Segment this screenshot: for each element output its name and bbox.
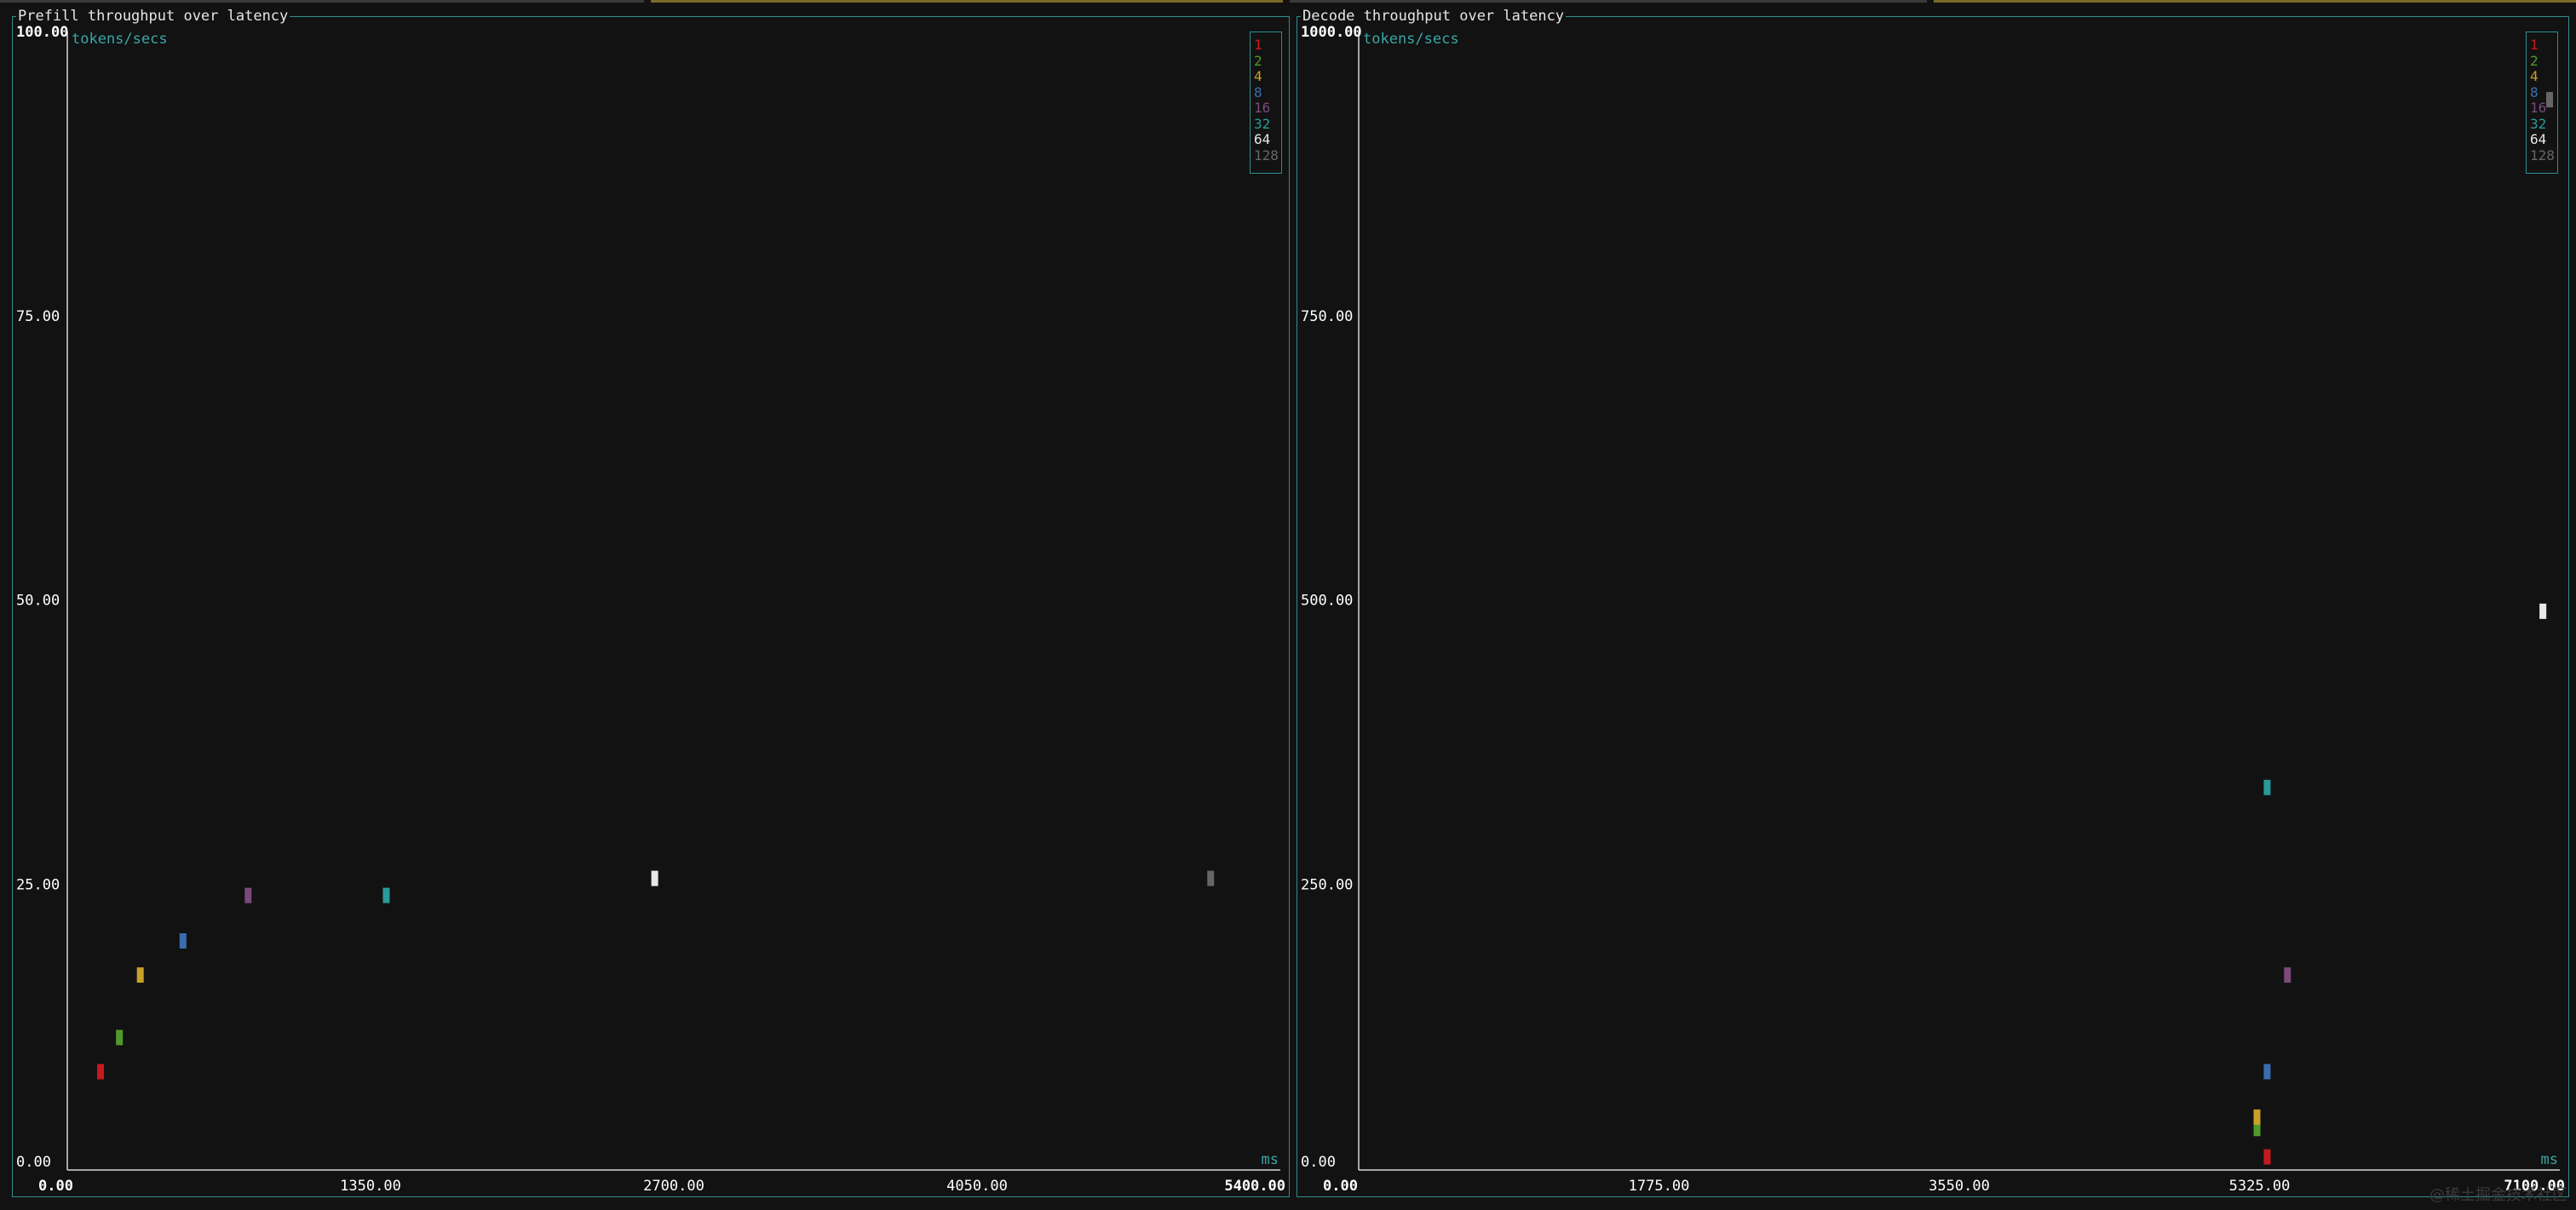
legend-item-16: 16 — [2530, 100, 2547, 116]
data-point-series-1 — [97, 1064, 105, 1080]
legend-item-128: 128 — [1254, 146, 1279, 163]
x-tick-label: 0.00 — [1323, 1178, 1358, 1195]
data-point-series-64 — [651, 870, 658, 886]
y-tick-label: 75.00 — [16, 308, 60, 325]
data-point-series-8 — [2263, 1064, 2271, 1080]
legend-item-8: 8 — [2530, 83, 2539, 100]
data-point-series-2 — [116, 1029, 124, 1046]
legend-item-8: 8 — [1254, 83, 1262, 100]
prefill-chart-plot: tokens/secs ms 0.00 25.00 50.00 75.00 100.00 0.… — [16, 24, 1285, 1195]
top-strip-left-accent — [651, 0, 1283, 3]
x-tick-label: 2700.00 — [643, 1178, 704, 1195]
data-point-series-128 — [1207, 870, 1215, 886]
chart-legend: 1 2 4 8 16 32 64 128 — [1250, 32, 1282, 174]
data-point-series-64 — [2539, 603, 2547, 619]
legend-item-16: 16 — [1254, 100, 1271, 116]
watermark: @稀土掘金技术社区 — [2429, 1186, 2567, 1204]
decode-chart-plot: tokens/secs ms 0.00 250.00 500.00 750.00 1000.… — [1301, 24, 2565, 1195]
data-point-series-1 — [2263, 1149, 2271, 1165]
x-axis-label: ms — [1262, 1151, 1279, 1168]
data-point-series-8 — [179, 933, 187, 949]
legend-item-32: 32 — [1254, 115, 1271, 132]
y-tick-label: 250.00 — [1301, 876, 1353, 893]
x-tick-label: 3550.00 — [1929, 1178, 1990, 1195]
data-point-series-32 — [382, 887, 390, 903]
y-tick-label: 0.00 — [16, 1154, 51, 1171]
legend-item-64: 64 — [2530, 131, 2547, 147]
x-tick-label: 5400.00 — [1224, 1178, 1285, 1195]
y-tick-label: 1000.00 — [1301, 24, 1362, 41]
top-strip-right-accent — [1934, 0, 2576, 3]
top-strip-right — [1290, 0, 1927, 3]
y-tick-label: 100.00 — [16, 24, 68, 41]
y-axis-label: tokens/secs — [1363, 31, 1459, 48]
x-tick-label: 1775.00 — [1629, 1178, 1690, 1195]
x-tick-label: 4050.00 — [946, 1178, 1008, 1195]
legend-item-32: 32 — [2530, 115, 2547, 132]
legend-item-1: 1 — [1254, 37, 1262, 53]
x-axis-label: ms — [2541, 1151, 2558, 1168]
x-tick-label: 5325.00 — [2229, 1178, 2291, 1195]
legend-item-4: 4 — [2530, 68, 2539, 84]
prefill-chart-panel: Prefill throughput over latency tokens/s… — [12, 8, 1290, 1197]
data-point-series-16 — [244, 887, 252, 903]
legend-item-2: 2 — [2530, 52, 2539, 69]
decode-chart-panel: Decode throughput over latency tokens/se… — [1297, 8, 2569, 1197]
legend-item-128: 128 — [2530, 146, 2555, 163]
y-tick-label: 25.00 — [16, 876, 60, 893]
y-tick-label: 0.00 — [1301, 1154, 1336, 1171]
data-point-series-32 — [2263, 779, 2271, 795]
legend-item-1: 1 — [2530, 37, 2539, 53]
data-point-series-4 — [136, 967, 144, 983]
chart-legend: 1 2 4 8 16 32 64 128 — [2526, 32, 2558, 174]
x-tick-label: 0.00 — [38, 1178, 73, 1195]
data-point-series-4 — [2253, 1109, 2261, 1125]
y-tick-label: 50.00 — [16, 593, 60, 610]
legend-item-64: 64 — [1254, 131, 1271, 147]
legend-item-4: 4 — [1254, 68, 1262, 84]
legend-item-2: 2 — [1254, 52, 1262, 69]
top-strip-left — [0, 0, 644, 3]
y-tick-label: 750.00 — [1301, 308, 1353, 325]
data-point-series-16 — [2284, 967, 2291, 983]
y-tick-label: 500.00 — [1301, 593, 1353, 610]
x-tick-label: 1350.00 — [340, 1178, 401, 1195]
y-axis-label: tokens/secs — [72, 31, 168, 48]
